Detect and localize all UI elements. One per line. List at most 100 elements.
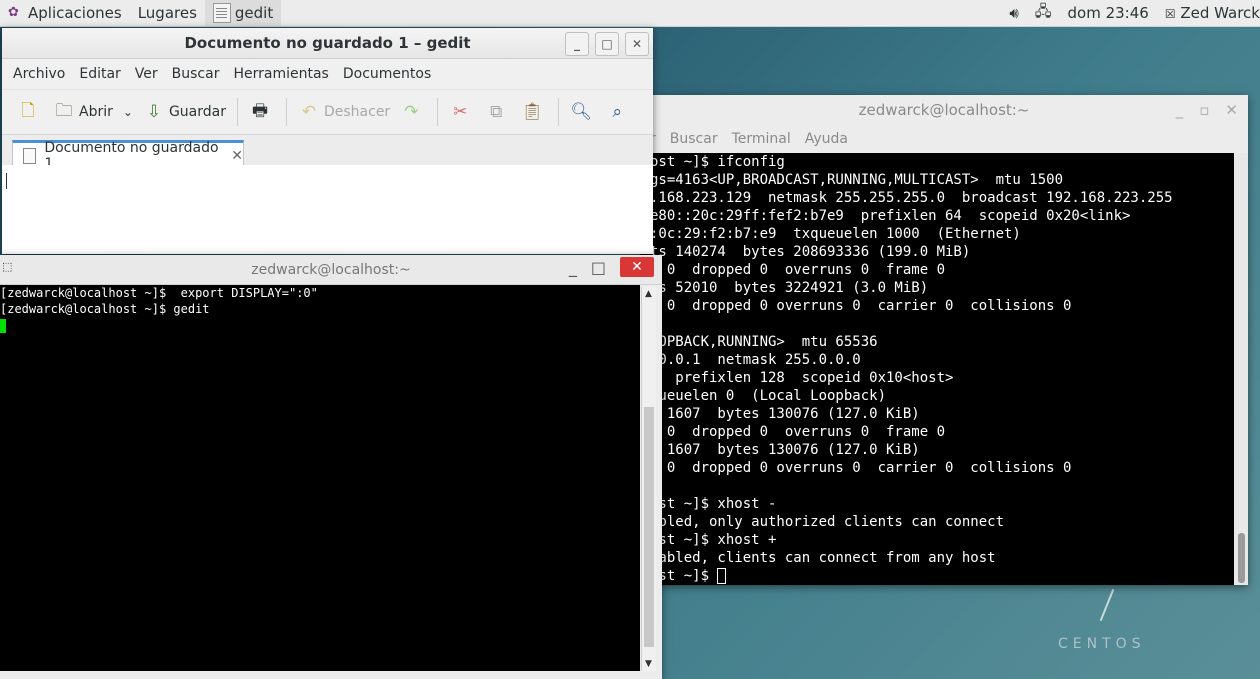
open-recent-dropdown[interactable]: ⌄ [118, 95, 138, 129]
terminal-scrollbar[interactable]: ▲ ▼ [641, 287, 656, 671]
close-icon[interactable]: ✕ [1225, 101, 1238, 119]
menu-edit[interactable]: Editar [72, 66, 127, 82]
close-icon: ✕ [631, 259, 643, 275]
maximize-button[interactable]: □ [595, 32, 619, 56]
terminal-scrollbar[interactable] [1234, 153, 1248, 585]
chevron-down-icon: ⌄ [122, 105, 133, 119]
menu-file[interactable]: Archivo [6, 66, 72, 82]
terminal-line: s 0 dropped 0 overruns 0 carrier 0 colli… [650, 460, 1072, 476]
window-menu-icon[interactable]: ⬚ [2, 260, 14, 273]
save-button[interactable]: ⇩ Guardar [138, 95, 231, 129]
search-icon: 🔍︎ [570, 102, 592, 122]
scroll-up-icon[interactable]: ▲ [645, 289, 652, 299]
terminal-window-background[interactable]: zedwarck@localhost:~ _ ▫ ✕ r Buscar Term… [640, 95, 1248, 585]
close-button[interactable]: ✕ [620, 257, 654, 277]
find-replace-icon: ⌕ [612, 102, 622, 122]
menu-help[interactable]: Ayuda [798, 131, 855, 147]
undo-icon: ↶ [301, 102, 317, 122]
toolbar-separator [285, 98, 287, 126]
terminal-line: gs=4163<UP,BROADCAST,RUNNING,MULTICAST> … [650, 172, 1064, 188]
text-editor-area[interactable] [2, 165, 653, 254]
redo-icon: ↷ [404, 102, 419, 122]
minimize-icon[interactable]: _ [569, 258, 577, 277]
terminal-line: ost ~]$ xhost - [650, 496, 777, 512]
terminal-window-foreground[interactable]: ⬚ zedwarck@localhost:~ _ □ ✕ [zedwarck@l… [0, 255, 662, 679]
terminal-line: s 1607 bytes 130076 (127.0 KiB) [650, 442, 920, 458]
terminal-title: zedwarck@localhost:~ [251, 261, 411, 278]
terminal-line: [zedwarck@localhost ~]$ export DISPLAY="… [0, 286, 318, 300]
clipboard-icon: 📋︎ [521, 102, 543, 122]
scissors-icon: ✂ [453, 102, 468, 122]
maximize-icon[interactable]: □ [591, 258, 606, 277]
text-caret [6, 173, 7, 189]
undo-button[interactable]: ↶ Deshacer [293, 95, 395, 129]
terminal-prompt-line: ost ~]$ [640, 567, 1234, 585]
terminal-line: .168.223.129 netmask 255.255.255.0 broad… [650, 190, 1173, 206]
volume-icon[interactable]: 🔊︎ [1009, 4, 1018, 22]
terminal-line: [zedwarck@localhost ~]$ gedit [0, 302, 210, 316]
terminal-cursor [0, 318, 6, 333]
user-icon: ☒ [1164, 7, 1176, 21]
document-icon [23, 148, 37, 164]
applications-label: Aplicaciones [28, 4, 122, 22]
terminal-title: zedwarck@localhost:~ [858, 101, 1030, 119]
copy-button[interactable]: ⧉ [480, 95, 516, 129]
close-button[interactable]: ✕ [625, 32, 649, 56]
paste-button[interactable]: 📋︎ [516, 95, 552, 129]
terminal-line: abled, only authorized clients can conne… [650, 514, 1005, 530]
scroll-down-icon[interactable]: ▼ [645, 659, 652, 669]
toolbar-separator [236, 98, 238, 126]
terminal-output[interactable]: [zedwarck@localhost ~]$ export DISPLAY="… [0, 285, 640, 671]
new-document-button[interactable]: 🗋︎ [12, 95, 48, 129]
menu-tools[interactable]: Herramientas [226, 66, 335, 82]
new-document-icon: 🗋︎ [21, 100, 35, 121]
active-app-menu[interactable]: gedit [204, 0, 282, 26]
open-label: Abrir [79, 104, 113, 120]
places-menu[interactable]: Lugares [130, 0, 205, 26]
terminal-line: s 0 dropped 0 overruns 0 carrier 0 colli… [650, 298, 1072, 314]
terminal-line: queuelen 0 (Local Loopback) [650, 388, 887, 404]
print-button[interactable]: 🖶︎ [244, 95, 280, 129]
maximize-icon: □ [601, 37, 613, 51]
menu-view[interactable]: Ver [128, 66, 165, 82]
gedit-window[interactable]: Documento no guardado 1 – gedit _ □ ✕ Ar… [2, 28, 653, 254]
replace-button[interactable]: ⌕ [601, 95, 637, 129]
applications-menu[interactable]: ✿ Aplicaciones [0, 0, 130, 26]
terminal-line: s 0 dropped 0 overruns 0 frame 0 [650, 424, 946, 440]
minimize-button[interactable]: _ [565, 32, 589, 56]
terminal-scrollbar-thumb[interactable] [1238, 533, 1245, 583]
close-tab-icon[interactable]: ✕ [231, 148, 243, 164]
menu-search[interactable]: Buscar [663, 131, 725, 147]
terminal-cursor-line [0, 317, 640, 333]
terminal-titlebar[interactable]: zedwarck@localhost:~ _ ▫ ✕ [640, 95, 1248, 125]
terminal-titlebar[interactable]: ⬚ zedwarck@localhost:~ _ □ ✕ [0, 255, 662, 285]
terminal-scrollbar-thumb[interactable] [644, 407, 654, 647]
terminal-line: s 1607 bytes 130076 (127.0 KiB) [650, 406, 920, 422]
find-button[interactable]: 🔍︎ [565, 95, 601, 129]
menu-terminal[interactable]: Terminal [725, 131, 798, 147]
gedit-titlebar[interactable]: Documento no guardado 1 – gedit _ □ ✕ [2, 28, 653, 59]
terminal-line: ts 52010 bytes 3224921 (3.0 MiB) [650, 280, 929, 296]
cut-button[interactable]: ✂ [444, 95, 480, 129]
gnome-foot-icon: ✿ [8, 5, 19, 20]
undo-label: Deshacer [323, 104, 391, 120]
terminal-line: ts 140274 bytes 208693336 (199.0 MiB) [650, 244, 971, 260]
minimize-icon[interactable]: _ [1176, 101, 1184, 119]
terminal-line: s 0 dropped 0 overruns 0 frame 0 [650, 262, 946, 278]
centos-logo-text: CENTOS [1058, 636, 1146, 652]
maximize-icon[interactable]: ▫ [1199, 101, 1209, 119]
open-button[interactable]: 🗀︎ Abrir [48, 95, 118, 129]
menu-documents[interactable]: Documentos [336, 66, 438, 82]
redo-button[interactable]: ↷ [395, 95, 431, 129]
network-wired-icon[interactable]: 🖧︎ [1035, 1, 1052, 26]
close-icon: ✕ [631, 37, 643, 51]
clock[interactable]: dom 23:46 [1068, 4, 1149, 22]
terminal-output[interactable]: ost ~]$ ifconfig gs=4163<UP,BROADCAST,RU… [640, 153, 1234, 585]
user-menu[interactable]: ☒ Zed Warck [1165, 4, 1260, 22]
menu-search[interactable]: Buscar [165, 66, 227, 82]
save-label: Guardar [168, 104, 226, 120]
terminal-menubar: r Buscar Terminal Ayuda [640, 125, 1248, 153]
terminal-line: sabled, clients can connect from any hos… [650, 550, 996, 566]
